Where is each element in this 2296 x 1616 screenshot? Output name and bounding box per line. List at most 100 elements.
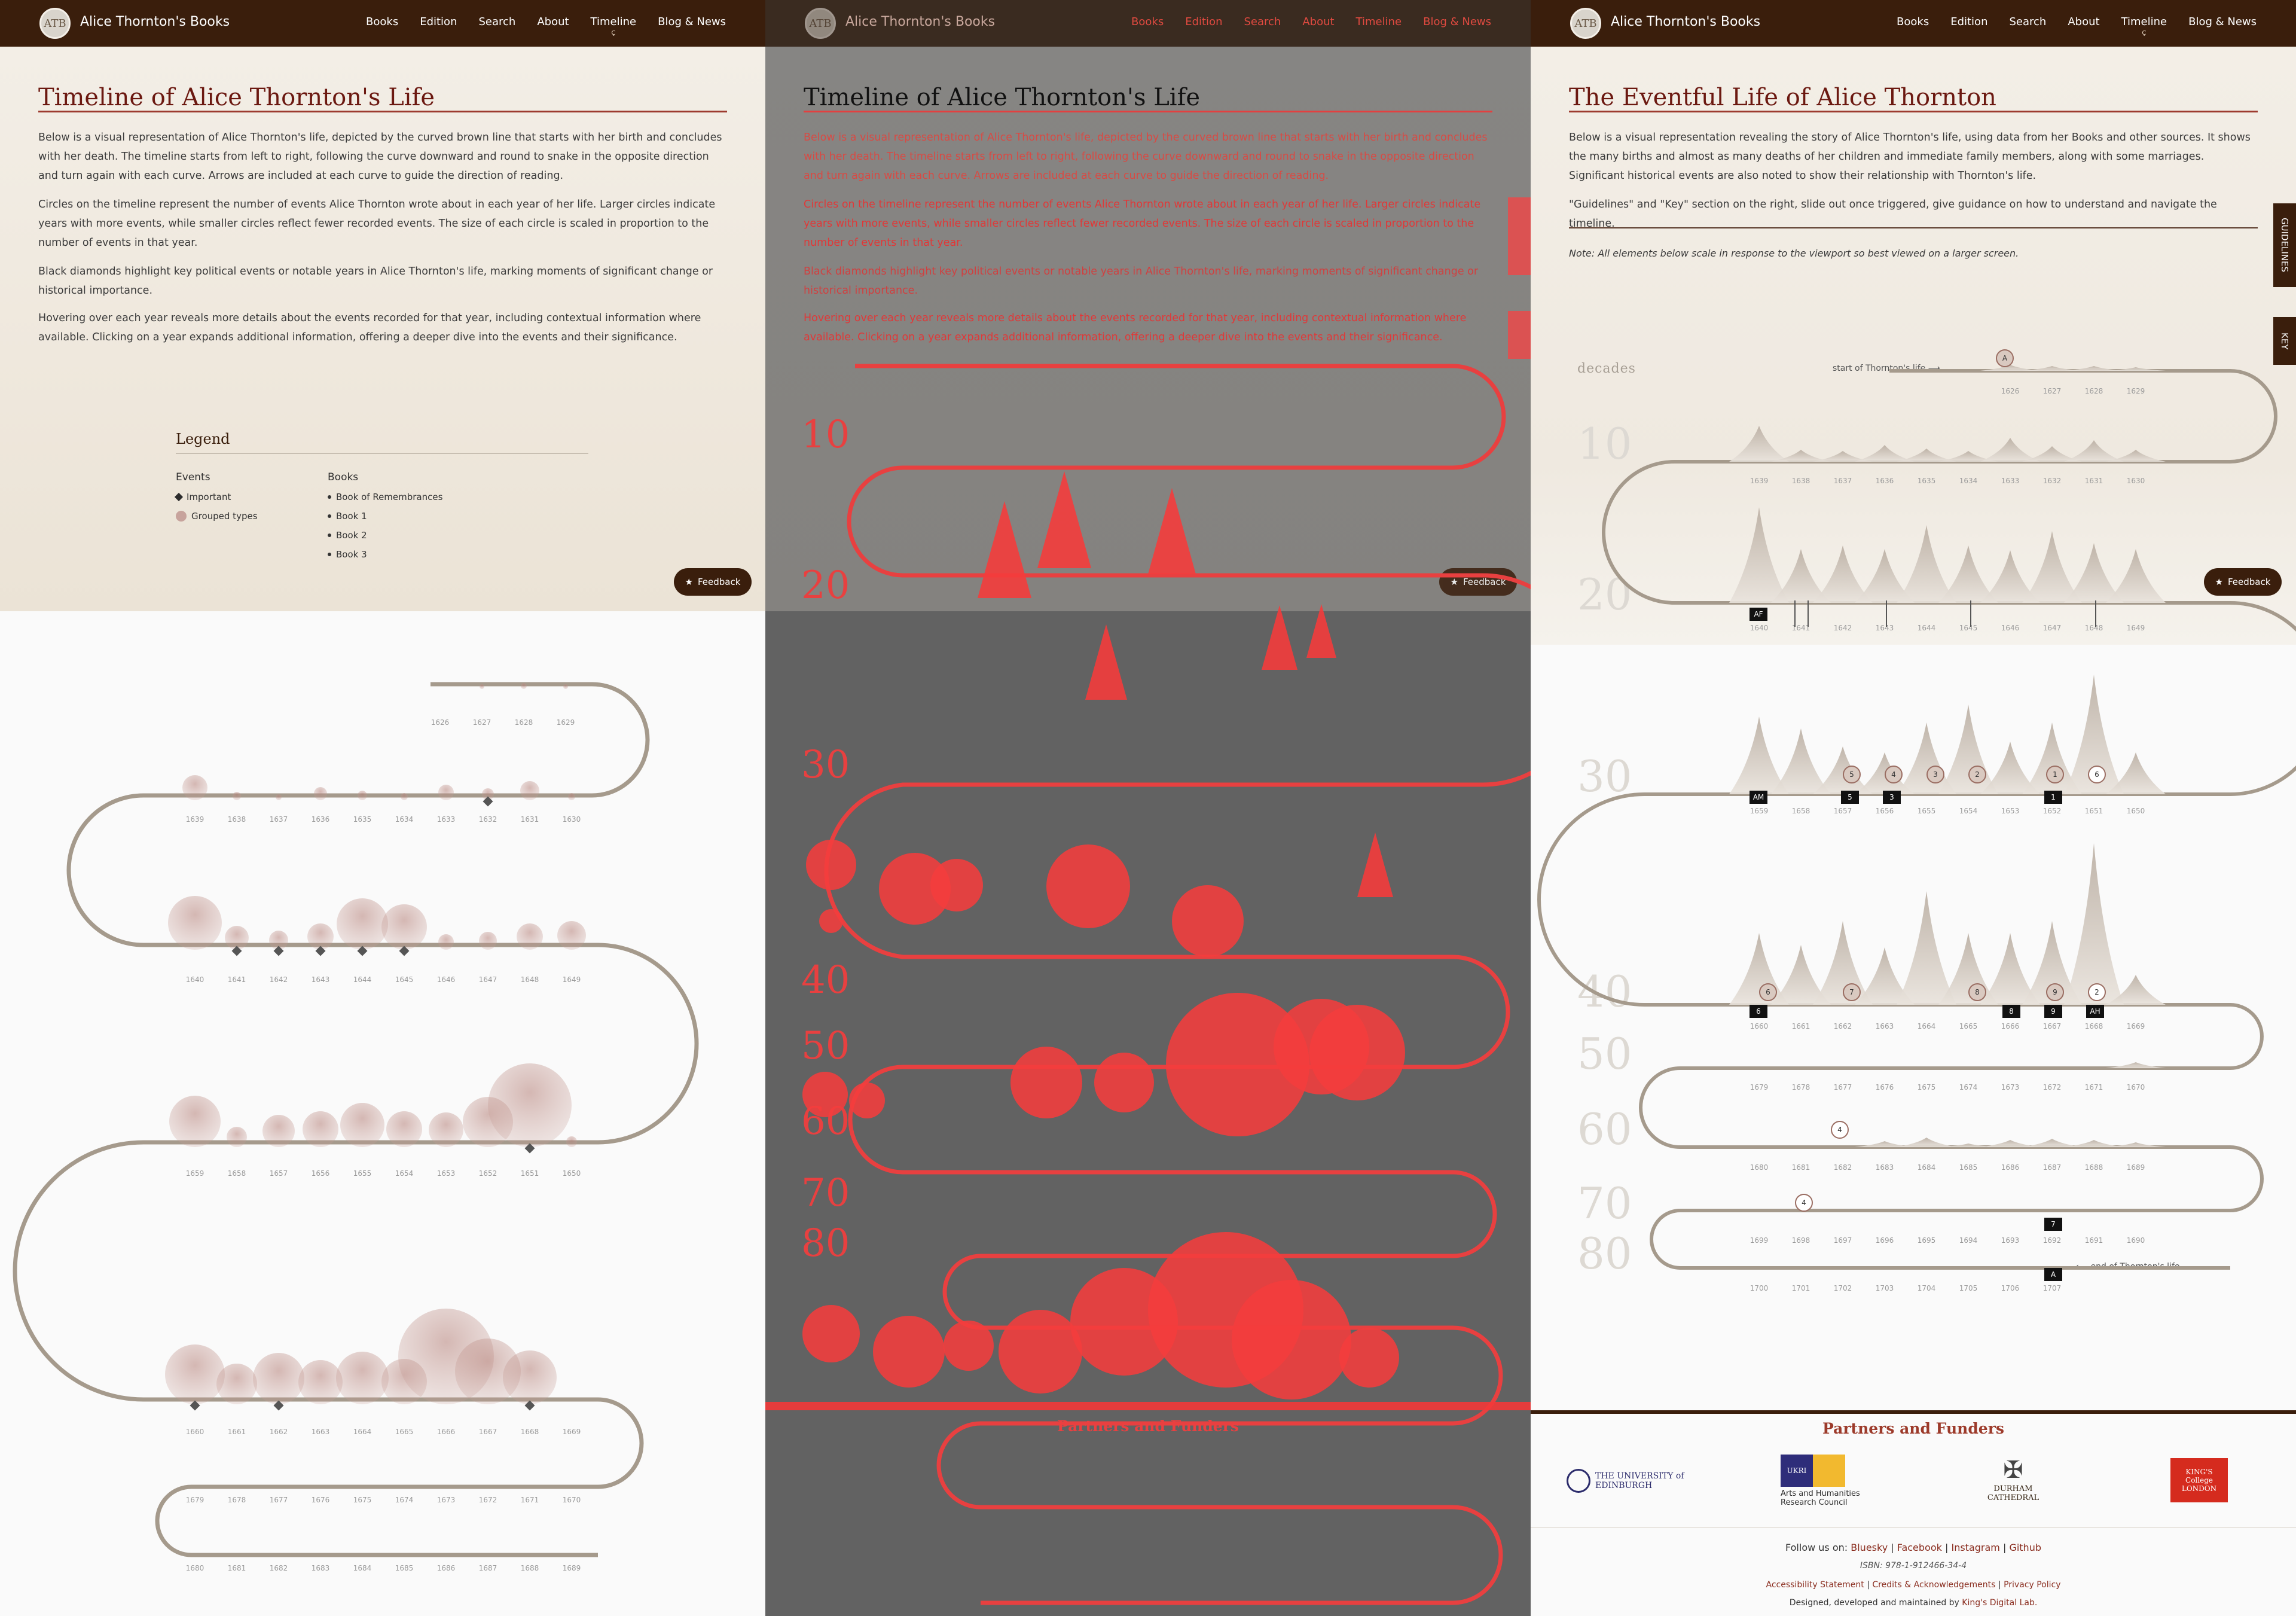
year-label: 1680 [1750, 1163, 1769, 1172]
year-circle [521, 683, 527, 689]
overlay-circle [802, 1305, 860, 1362]
year-label: 1672 [479, 1496, 497, 1504]
year-label: 1628 [515, 718, 533, 727]
year-circle [307, 923, 334, 950]
year-label: 1688 [2085, 1163, 2103, 1172]
year-label: 1635 [353, 815, 372, 824]
year-peak [2064, 440, 2124, 462]
year-peak [1980, 438, 2040, 462]
event-label-box[interactable]: 9 [2044, 1005, 2062, 1018]
year-label: 1684 [1918, 1163, 1936, 1172]
event-label-box[interactable]: 3 [1883, 791, 1901, 804]
overlay-circle [1166, 993, 1309, 1136]
year-label: 1634 [1959, 477, 1978, 485]
year-circle [381, 904, 427, 950]
year-label: 1666 [2001, 1022, 2020, 1030]
year-label: 1654 [1959, 807, 1978, 815]
year-label: 1655 [353, 1169, 372, 1178]
screenshot-root: ATB Alice Thornton's Books Books Edition… [0, 0, 2296, 1616]
event-label-box[interactable]: A [2044, 1268, 2062, 1281]
year-label: 1656 [1876, 807, 1894, 815]
year-label: 1638 [1792, 477, 1810, 485]
year-label: 1636 [312, 815, 330, 824]
year-circle [298, 1360, 343, 1404]
event-label-box[interactable]: 7 [2044, 1218, 2062, 1231]
partner-edinburgh[interactable]: THE UNIVERSITY of EDINBURGH [1567, 1469, 1685, 1493]
year-peak [1855, 445, 1915, 462]
year-label: 1675 [1918, 1083, 1936, 1091]
year-label: 1633 [2001, 477, 2020, 485]
year-label: 1664 [1918, 1022, 1936, 1030]
event-badge[interactable]: A [1996, 349, 2014, 367]
year-label: 1690 [2127, 1236, 2145, 1245]
year-label: 1649 [2127, 624, 2145, 632]
year-label: 1635 [1918, 477, 1936, 485]
overlay-circle [806, 840, 856, 890]
event-label-box[interactable]: AH [2086, 1005, 2104, 1018]
year-label: 1631 [521, 815, 539, 824]
year-label: 1652 [2043, 807, 2062, 815]
year-label: 1703 [1876, 1284, 1894, 1292]
bluesky-link[interactable]: Bluesky [1851, 1542, 1888, 1553]
event-badge[interactable]: 8 [1968, 983, 1986, 1001]
year-label: 1667 [479, 1428, 497, 1436]
event-label-box[interactable]: AM [1750, 791, 1767, 804]
event-badge[interactable]: 4 [1795, 1194, 1813, 1212]
event-label-box[interactable]: AF [1750, 608, 1767, 621]
event-badge[interactable]: 4 [1831, 1121, 1849, 1139]
event-badge[interactable]: 3 [1926, 766, 1944, 783]
event-badge[interactable]: 9 [2046, 983, 2064, 1001]
year-label: 1668 [2085, 1022, 2103, 1030]
overlay-circle [930, 859, 983, 911]
year-label: 1669 [563, 1428, 581, 1436]
kdl-link[interactable]: King's Digital Lab. [1962, 1598, 2037, 1608]
year-label: 1672 [2043, 1083, 2062, 1091]
accessibility-link[interactable]: Accessibility Statement [1766, 1580, 1864, 1590]
event-label-box[interactable]: 6 [1750, 1005, 1767, 1018]
instagram-link[interactable]: Instagram [1951, 1542, 1999, 1553]
partner-durham[interactable]: ✠ DURHAM CATHEDRAL [1980, 1458, 2046, 1502]
overlay-circle [944, 1321, 994, 1371]
year-label: 1646 [2001, 624, 2020, 632]
facebook-link[interactable]: Facebook [1897, 1542, 1942, 1553]
event-badge[interactable]: 1 [2046, 766, 2064, 783]
year-label: 1647 [2043, 624, 2062, 632]
overlay-peak [1262, 605, 1297, 670]
overlay-circle [999, 1310, 1082, 1394]
year-label: 1652 [479, 1169, 497, 1178]
overlay-peak [1085, 624, 1127, 700]
year-label: 1677 [270, 1496, 288, 1504]
partner-kings[interactable]: KING'S College LONDON [2170, 1458, 2228, 1502]
year-circle [480, 684, 484, 689]
partner-durham-label: DURHAM CATHEDRAL [1987, 1484, 2039, 1502]
event-label-box[interactable]: 8 [2002, 1005, 2020, 1018]
year-label: 1659 [1750, 807, 1769, 815]
privacy-link[interactable]: Privacy Policy [2004, 1580, 2060, 1590]
event-badge[interactable]: 5 [1843, 766, 1861, 783]
year-label: 1685 [1959, 1163, 1978, 1172]
event-badge[interactable]: 6 [2088, 766, 2106, 783]
event-label-box[interactable]: 1 [2044, 791, 2062, 804]
github-link[interactable]: Github [2009, 1542, 2041, 1553]
event-badge[interactable]: 6 [1759, 983, 1777, 1001]
event-badge[interactable]: 4 [1885, 766, 1903, 783]
year-label: 1692 [2043, 1236, 2062, 1245]
credits-link[interactable]: Credits & Acknowledgements [1872, 1580, 1995, 1590]
event-label-box[interactable]: 5 [1841, 791, 1859, 804]
year-circle [358, 791, 367, 800]
footer-divider [1531, 1527, 2296, 1528]
year-label: 1626 [2001, 387, 2020, 395]
event-badge[interactable]: 2 [1968, 766, 1986, 783]
year-circle [276, 794, 282, 800]
event-badge[interactable]: 7 [1843, 983, 1861, 1001]
year-circle [314, 787, 327, 800]
overlay-circle [819, 909, 843, 933]
overlay-decade: 30 [801, 743, 850, 787]
year-label: 1659 [186, 1169, 204, 1178]
year-peak [1897, 1138, 1956, 1147]
partner-ukri[interactable]: UKRI Arts and Humanities Research Council [1781, 1455, 1870, 1507]
overlay-decade: 80 [801, 1221, 850, 1266]
event-badge[interactable]: 2 [2088, 983, 2106, 1001]
year-label: 1640 [1750, 624, 1769, 632]
overlay-peak [1306, 604, 1336, 658]
